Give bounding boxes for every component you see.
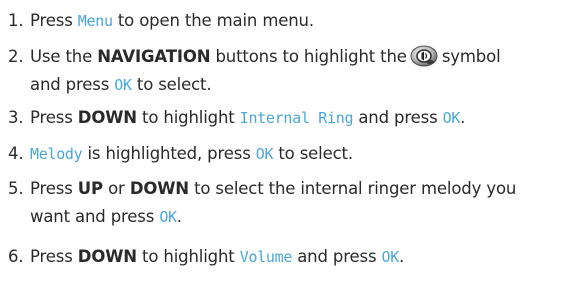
display-text-ok: OK bbox=[381, 248, 400, 266]
text-segment: . bbox=[176, 207, 182, 226]
instruction-list: 1. Press Menu to open the main menu. 2. … bbox=[0, 0, 579, 306]
text-segment: to select the internal ringer melody you bbox=[194, 179, 517, 198]
keyword-down: DOWN bbox=[77, 108, 137, 127]
step-text: Press UP or DOWN to select the internal … bbox=[30, 175, 575, 231]
text-segment: and press bbox=[358, 108, 438, 127]
step-number: 1. bbox=[8, 11, 24, 30]
text-segment: Press bbox=[30, 108, 73, 127]
step-text: Use the NAVIGATION buttons to highlight … bbox=[30, 43, 575, 99]
text-segment: Press bbox=[30, 179, 73, 198]
text-segment: is highlighted, press bbox=[87, 144, 251, 163]
display-text-ok: OK bbox=[442, 109, 461, 127]
text-segment: Press bbox=[30, 11, 73, 30]
text-segment: to open the main menu. bbox=[117, 11, 314, 30]
text-segment: to highlight bbox=[142, 108, 235, 127]
step-number: 3. bbox=[8, 108, 24, 127]
step-number: 4. bbox=[8, 144, 24, 163]
display-text-ok: OK bbox=[114, 76, 132, 94]
text-segment: buttons to highlight the bbox=[215, 47, 407, 66]
step-number: 6. bbox=[8, 247, 24, 266]
display-text-volume: Volume bbox=[239, 248, 293, 266]
keyword-down: DOWN bbox=[129, 179, 189, 198]
text-segment: or bbox=[108, 179, 125, 198]
display-text-menu: Menu bbox=[77, 12, 113, 30]
text-segment: and press bbox=[297, 247, 377, 266]
keyword-up: UP bbox=[77, 179, 103, 198]
step-number: 2. bbox=[8, 47, 24, 66]
text-segment: Use the bbox=[30, 47, 93, 66]
text-segment: want and press bbox=[30, 207, 155, 226]
text-segment: symbol bbox=[441, 47, 501, 66]
step-text: Press Menu to open the main menu. bbox=[30, 7, 575, 35]
step-number: 5. bbox=[8, 179, 24, 198]
sound-settings-icon bbox=[410, 45, 438, 67]
display-text-ok: OK bbox=[159, 208, 177, 226]
step-text: Press DOWN to highlight Internal Ring an… bbox=[30, 104, 575, 132]
text-segment: to select. bbox=[136, 75, 212, 94]
text-segment: to select. bbox=[278, 144, 353, 163]
text-segment: and press bbox=[30, 75, 110, 94]
keyword-navigation: NAVIGATION bbox=[97, 47, 211, 66]
text-segment: . bbox=[460, 108, 466, 127]
text-segment: Press bbox=[30, 247, 73, 266]
step-text: Press DOWN to highlight Volume and press… bbox=[30, 243, 575, 271]
display-text-melody: Melody bbox=[30, 145, 83, 163]
display-text-internal-ring: Internal Ring bbox=[239, 109, 354, 127]
keyword-down: DOWN bbox=[77, 247, 137, 266]
display-text-ok: OK bbox=[255, 145, 274, 163]
text-segment: to highlight bbox=[142, 247, 235, 266]
step-text: Melody is highlighted, press OK to selec… bbox=[30, 140, 575, 168]
text-segment: . bbox=[398, 247, 405, 266]
